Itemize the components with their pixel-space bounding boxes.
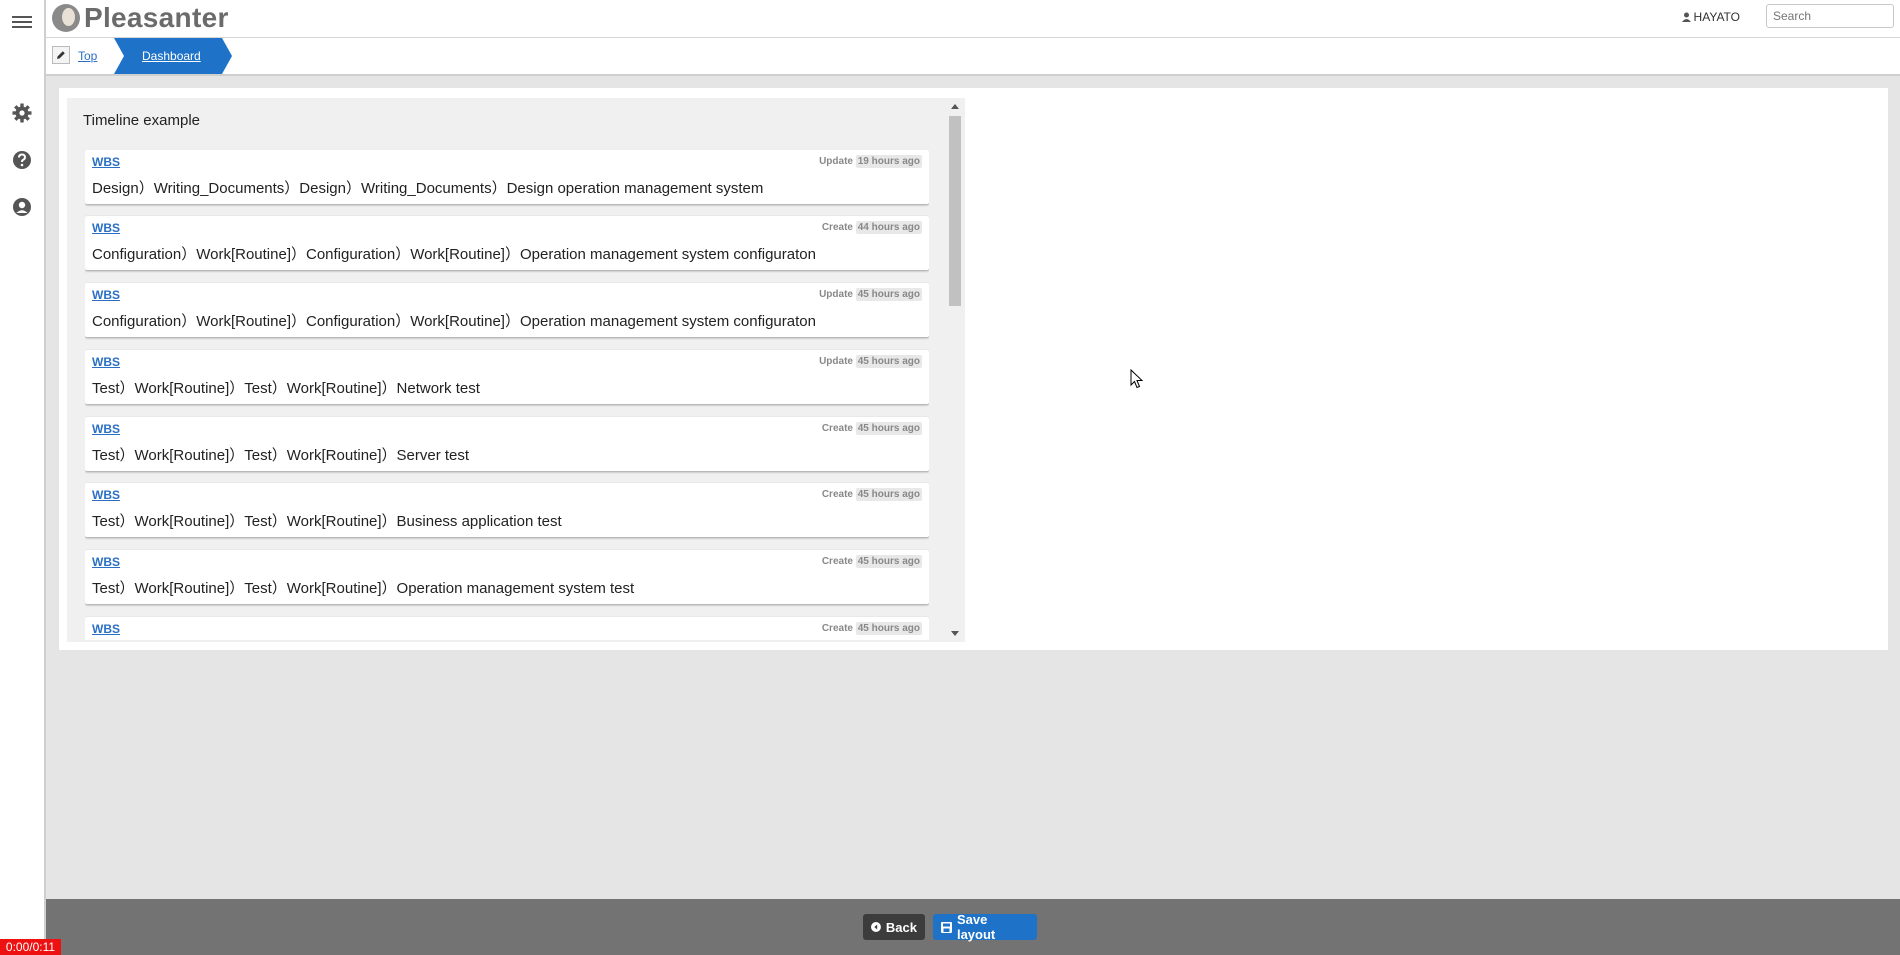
back-button[interactable]: Back xyxy=(863,914,925,940)
item-action: Update xyxy=(819,289,853,300)
user-icon xyxy=(1681,12,1691,22)
wbs-link[interactable]: WBS xyxy=(92,355,120,369)
item-time: 45 hours ago xyxy=(855,355,922,368)
item-time: 44 hours ago xyxy=(855,221,922,234)
logo-mark xyxy=(52,4,80,32)
left-rail xyxy=(0,0,46,955)
footer-bar: Back Save layout xyxy=(46,899,1900,955)
item-title: Configuration）Work[Routine]）Configuratio… xyxy=(92,246,816,263)
timeline-list: WBS Update 19 hours ago Design）Writing_D… xyxy=(85,150,929,640)
item-meta: Create 45 hours ago xyxy=(821,488,922,501)
item-time: 45 hours ago xyxy=(855,622,922,635)
timeline-item[interactable]: WBS Update 19 hours ago Design）Writing_D… xyxy=(85,150,929,204)
timeline-item[interactable]: WBS Create 45 hours ago Test）Work[Routin… xyxy=(85,550,929,604)
wbs-link[interactable]: WBS xyxy=(92,488,120,502)
item-title: Test）Work[Routine]）Test）Work[Routine]）Bu… xyxy=(92,513,562,530)
timeline-item[interactable]: WBS Create 45 hours ago Test）Work[Routin… xyxy=(85,417,929,471)
scroll-down-arrow-icon[interactable] xyxy=(951,631,959,636)
app-name: Pleasanter xyxy=(84,2,229,33)
back-button-label: Back xyxy=(885,919,917,935)
user-name: HAYATO xyxy=(1693,10,1740,24)
item-time: 19 hours ago xyxy=(855,155,922,168)
item-title: Design）Writing_Documents）Design）Writing_… xyxy=(92,180,764,197)
widget-title: Timeline example xyxy=(83,112,200,129)
timeline-item[interactable]: WBS Update 45 hours ago Configuration）Wo… xyxy=(85,283,929,337)
menu-icon[interactable] xyxy=(8,8,36,36)
item-time: 45 hours ago xyxy=(855,555,922,568)
wbs-link[interactable]: WBS xyxy=(92,288,120,302)
item-action: Create xyxy=(821,489,853,500)
item-meta: Update 45 hours ago xyxy=(819,288,922,301)
scroll-up-arrow-icon[interactable] xyxy=(951,104,959,109)
user-menu[interactable]: HAYATO xyxy=(1681,10,1740,24)
item-meta: Create 45 hours ago xyxy=(821,622,922,635)
item-time: 45 hours ago xyxy=(855,488,922,501)
scrollbar-thumb[interactable] xyxy=(949,116,961,306)
item-meta: Create 44 hours ago xyxy=(821,221,922,234)
item-action: Update xyxy=(819,156,853,167)
timeline-item[interactable]: WBS Create 45 hours ago xyxy=(85,617,929,640)
scrollbar[interactable] xyxy=(949,98,961,642)
wbs-link[interactable]: WBS xyxy=(92,221,120,235)
help-icon[interactable] xyxy=(8,146,36,174)
wbs-link[interactable]: WBS xyxy=(92,155,120,169)
item-meta: Create 45 hours ago xyxy=(821,555,922,568)
header: Pleasanter HAYATO xyxy=(46,0,1900,38)
item-action: Create xyxy=(821,222,853,233)
save-layout-button[interactable]: Save layout xyxy=(933,912,1037,942)
search-input[interactable] xyxy=(1766,4,1894,28)
logo[interactable]: Pleasanter xyxy=(52,2,229,34)
item-time: 45 hours ago xyxy=(855,422,922,435)
recording-timer: 0:00/0:11 xyxy=(0,939,61,955)
mouse-cursor-icon xyxy=(1130,369,1144,389)
save-icon xyxy=(941,921,952,933)
breadcrumb-top-link[interactable]: Top xyxy=(78,49,97,63)
timeline-item[interactable]: WBS Update 45 hours ago Test）Work[Routin… xyxy=(85,350,929,404)
item-action: Create xyxy=(821,423,853,434)
wbs-link[interactable]: WBS xyxy=(92,422,120,436)
breadcrumb: Top Dashboard xyxy=(46,38,1900,76)
item-action: Create xyxy=(821,556,853,567)
item-title: Test）Work[Routine]）Test）Work[Routine]）Se… xyxy=(92,447,470,464)
pencil-icon[interactable] xyxy=(52,46,70,64)
item-title: Configuration）Work[Routine]）Configuratio… xyxy=(92,313,816,330)
item-title: Test）Work[Routine]）Test）Work[Routine]）Op… xyxy=(92,580,635,597)
item-meta: Create 45 hours ago xyxy=(821,422,922,435)
item-title: Test）Work[Routine]）Test）Work[Routine]）Ne… xyxy=(92,380,480,397)
wbs-link[interactable]: WBS xyxy=(92,555,120,569)
item-meta: Update 19 hours ago xyxy=(819,155,922,168)
item-meta: Update 45 hours ago xyxy=(819,355,922,368)
item-time: 45 hours ago xyxy=(855,288,922,301)
item-action: Update xyxy=(819,356,853,367)
arrow-left-icon xyxy=(871,922,881,932)
breadcrumb-dashboard[interactable]: Dashboard xyxy=(114,38,232,74)
item-action: Create xyxy=(821,623,853,634)
dashboard-area: Timeline example WBS Update 19 hours ago… xyxy=(59,88,1888,650)
gear-icon[interactable] xyxy=(8,99,36,127)
breadcrumb-dashboard-label: Dashboard xyxy=(142,49,201,63)
timeline-item[interactable]: WBS Create 44 hours ago Configuration）Wo… xyxy=(85,216,929,270)
wbs-link[interactable]: WBS xyxy=(92,622,120,636)
timeline-widget: Timeline example WBS Update 19 hours ago… xyxy=(67,98,965,642)
timeline-item[interactable]: WBS Create 45 hours ago Test）Work[Routin… xyxy=(85,483,929,537)
account-icon[interactable] xyxy=(8,193,36,221)
save-layout-button-label: Save layout xyxy=(956,912,996,942)
